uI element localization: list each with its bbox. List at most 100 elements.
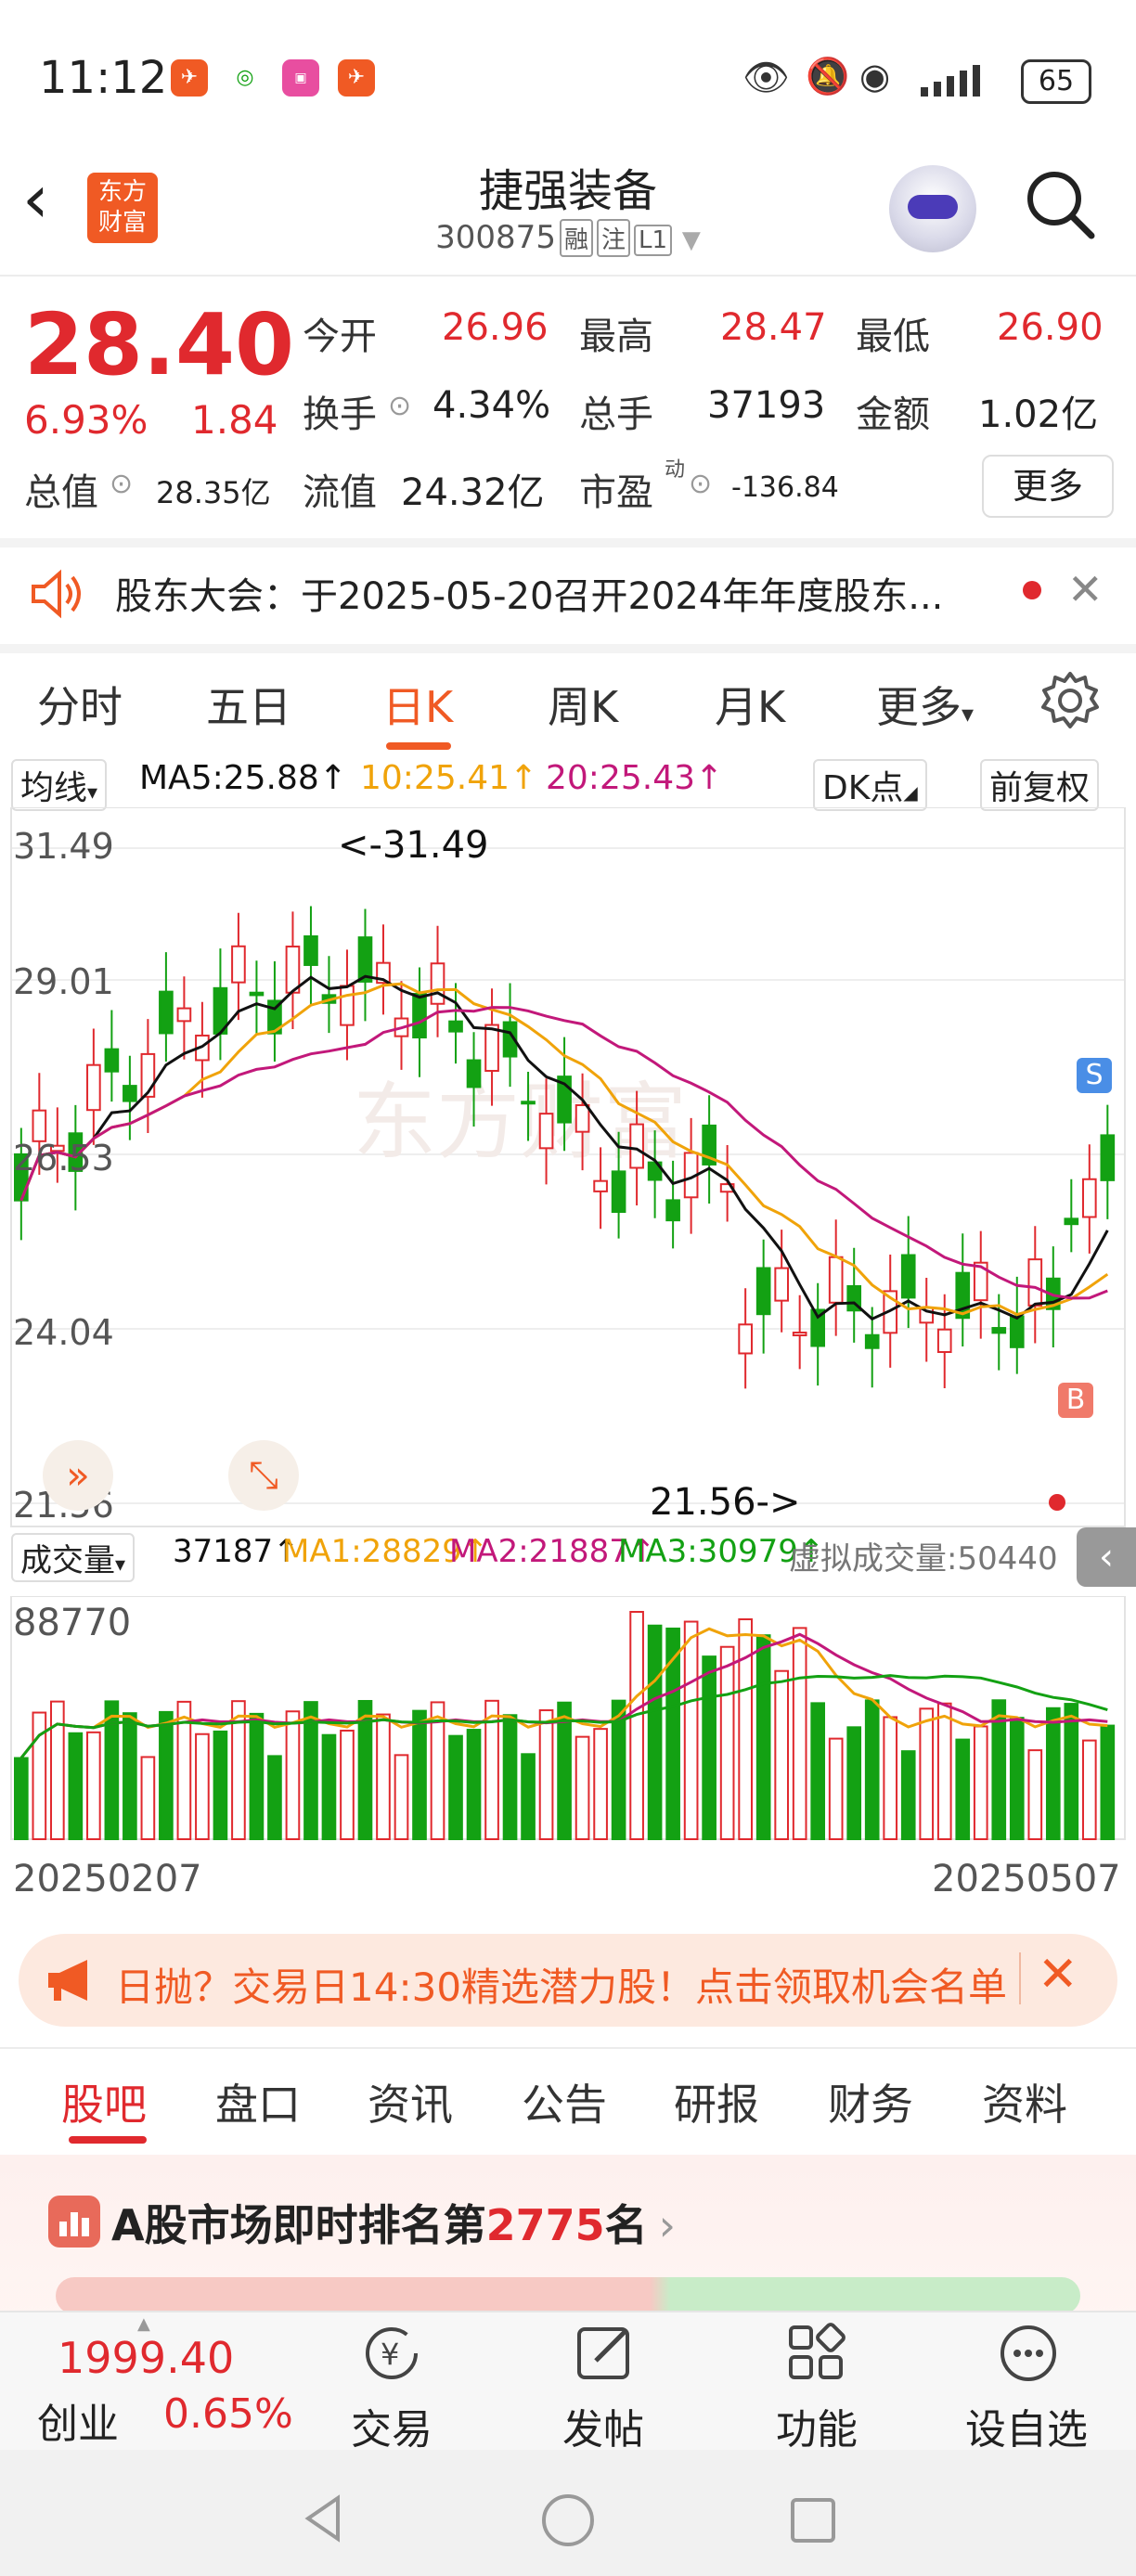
fullscreen-button[interactable]: ⤡ bbox=[228, 1440, 299, 1511]
rank-number: 2775 bbox=[485, 2200, 605, 2250]
start-date: 20250207 bbox=[13, 1858, 202, 1900]
info-icon[interactable]: ⊙ bbox=[110, 468, 133, 500]
buy-marker[interactable]: B bbox=[1058, 1383, 1093, 1418]
volume-label: 总手 bbox=[579, 393, 653, 436]
post-button[interactable] bbox=[568, 2320, 642, 2394]
search-icon[interactable] bbox=[1023, 167, 1097, 241]
info-icon[interactable]: ⊙ bbox=[388, 390, 411, 422]
post-label[interactable]: 发帖 bbox=[562, 2396, 644, 2455]
add-watchlist-button[interactable] bbox=[993, 2320, 1067, 2394]
volume-bar bbox=[521, 1753, 536, 1841]
volume-bar bbox=[774, 1669, 789, 1840]
tab-forum[interactable]: 股吧 bbox=[61, 2071, 147, 2132]
double-chevron-icon: » bbox=[66, 1452, 90, 1498]
candle-body bbox=[1027, 1258, 1043, 1307]
more-quote-button[interactable]: 更多 bbox=[982, 455, 1114, 518]
volume-bar bbox=[810, 1702, 826, 1841]
candle-body bbox=[466, 1059, 482, 1088]
caret-down-icon: ▾ bbox=[115, 1553, 126, 1577]
candle-body bbox=[593, 1179, 608, 1192]
tab-weekly-k[interactable]: 周K bbox=[548, 674, 618, 735]
trade-yen-icon: ¥ bbox=[366, 2327, 418, 2379]
close-icon[interactable]: ✕ bbox=[1038, 1947, 1078, 2003]
adjust-toggle[interactable]: 前复权 bbox=[980, 759, 1100, 811]
chevron-right-icon: › bbox=[658, 2200, 677, 2250]
mcap-value: 28.35亿 bbox=[156, 475, 271, 510]
volume-bar bbox=[321, 1733, 337, 1841]
trade-button[interactable]: ¥ bbox=[355, 2320, 429, 2394]
candle-body bbox=[285, 946, 301, 994]
notice-text[interactable]: 股东大会：于2025-05-20召开2024年年度股东... bbox=[115, 566, 943, 620]
candlestick-chart[interactable]: 东方财富 bbox=[0, 807, 1136, 1531]
tab-finance[interactable]: 财务 bbox=[828, 2071, 913, 2132]
open-label: 今开 bbox=[303, 316, 377, 358]
tab-monthly-k[interactable]: 月K bbox=[715, 674, 785, 735]
nav-recents-icon[interactable] bbox=[785, 2492, 841, 2548]
volume-bar bbox=[1027, 1749, 1043, 1840]
rank-prefix: A股市场即时排名第 bbox=[111, 2200, 486, 2250]
section-gap bbox=[0, 538, 1136, 547]
expand-panel-button[interactable]: » bbox=[43, 1440, 113, 1511]
functions-label[interactable]: 功能 bbox=[776, 2396, 858, 2455]
candle-body bbox=[1100, 1134, 1116, 1181]
nav-home-icon[interactable] bbox=[538, 2491, 598, 2550]
functions-button[interactable] bbox=[781, 2320, 856, 2394]
volume-selector[interactable]: 成交量▾ bbox=[11, 1533, 136, 1582]
volume-bar bbox=[683, 1620, 699, 1841]
close-icon[interactable]: ✕ bbox=[1067, 564, 1104, 614]
candle-body bbox=[340, 985, 355, 1026]
tab-daily-k[interactable]: 日K bbox=[382, 674, 453, 735]
index-percent[interactable]: 0.65% bbox=[163, 2390, 293, 2438]
index-value[interactable]: 1999.40 bbox=[58, 2333, 234, 2383]
add-watchlist-label[interactable]: 设自选 bbox=[965, 2396, 1088, 2455]
index-name[interactable]: 创业 bbox=[37, 2390, 119, 2450]
volume-bar bbox=[14, 1757, 29, 1840]
tab-news[interactable]: 资讯 bbox=[368, 2071, 453, 2132]
volume-bar bbox=[340, 1729, 355, 1841]
candle-body bbox=[104, 1048, 120, 1073]
turnover-value: 4.34% bbox=[432, 384, 551, 427]
nav-back-icon[interactable] bbox=[297, 2491, 353, 2546]
info-icon[interactable]: ⊙ bbox=[689, 468, 712, 500]
tab-more-label: 更多 bbox=[876, 682, 962, 732]
volume-bar bbox=[792, 1627, 807, 1840]
volume-bar bbox=[267, 1755, 282, 1840]
tab-orderbook[interactable]: 盘口 bbox=[215, 2071, 301, 2132]
unread-dot bbox=[1023, 581, 1041, 599]
settings-gear-icon[interactable] bbox=[1039, 670, 1101, 731]
tab-more[interactable]: 更多▾ bbox=[876, 674, 974, 735]
candle-body bbox=[774, 1267, 789, 1302]
indicator-selector[interactable]: 均线▾ bbox=[11, 759, 108, 811]
candle-body bbox=[611, 1170, 626, 1214]
volume-bar bbox=[1100, 1724, 1116, 1840]
indicator-label: 均线 bbox=[20, 769, 88, 807]
rank-text[interactable]: A股市场即时排名第2775名 › bbox=[111, 2192, 676, 2253]
volume-bar bbox=[1009, 1717, 1025, 1840]
promo-divider bbox=[1019, 1952, 1021, 2004]
section-gap bbox=[0, 644, 1136, 653]
tab-five-day[interactable]: 五日 bbox=[206, 674, 291, 735]
sell-marker[interactable]: S bbox=[1077, 1058, 1112, 1093]
chevron-left-icon: ‹ bbox=[1099, 1536, 1114, 1578]
tab-profile[interactable]: 资料 bbox=[982, 2071, 1067, 2132]
dk-point-toggle[interactable]: DK点◢ bbox=[813, 759, 927, 811]
hotspot-icon: ◉ bbox=[859, 56, 891, 97]
tab-research[interactable]: 研报 bbox=[674, 2071, 759, 2132]
volume-bar bbox=[249, 1712, 265, 1840]
signal-icon bbox=[921, 65, 980, 97]
candle-body bbox=[991, 1327, 1007, 1334]
grid-icon bbox=[789, 2323, 846, 2379]
tab-announcements[interactable]: 公告 bbox=[522, 2071, 607, 2132]
volume-bar bbox=[755, 1634, 771, 1841]
candle-body bbox=[1009, 1315, 1025, 1348]
trade-label[interactable]: 交易 bbox=[351, 2396, 432, 2455]
volume-chart[interactable] bbox=[0, 1596, 1136, 1847]
rank-suffix: 名 bbox=[604, 2200, 648, 2250]
promo-text[interactable]: 日抛？交易日14:30精选潜力股！点击领取机会名单 bbox=[115, 1956, 1007, 2013]
candle-body bbox=[574, 1103, 590, 1133]
tab-intraday[interactable]: 分时 bbox=[37, 674, 123, 735]
collapse-panel-button[interactable]: ‹ bbox=[1077, 1527, 1136, 1587]
level-tag: L1 bbox=[633, 225, 673, 256]
ma20-value: 20:25.43↑ bbox=[546, 759, 724, 797]
volume-value: 37193 bbox=[707, 384, 826, 427]
